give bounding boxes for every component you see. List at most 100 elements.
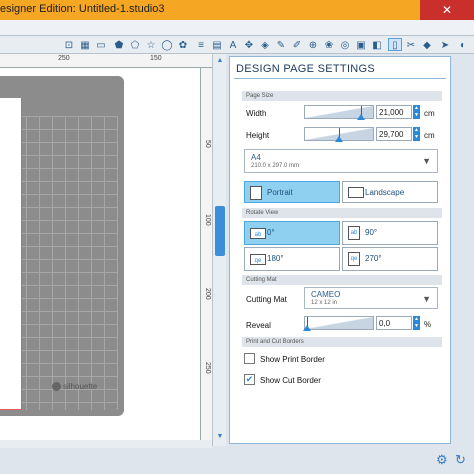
- design-canvas[interactable]: silhouette: [0, 68, 200, 440]
- shape3-icon[interactable]: ✿: [176, 38, 190, 51]
- eraser-icon[interactable]: ✐: [290, 38, 304, 51]
- section-print-cut-borders: Print and Cut Borders: [242, 337, 442, 347]
- width-slider[interactable]: [304, 105, 374, 120]
- rotate-0-label: 0°: [267, 228, 275, 237]
- rotate-270-icon: qe: [348, 252, 360, 266]
- cutting-mat: silhouette: [0, 76, 124, 416]
- height-input[interactable]: 29,700: [376, 127, 412, 141]
- cutting-mat-label: Cutting Mat: [246, 295, 287, 304]
- rotate-180-icon: qe: [250, 254, 266, 265]
- shape-icon[interactable]: ⬠: [128, 38, 142, 51]
- panel-divider: [234, 78, 446, 79]
- landscape-icon: [348, 187, 364, 198]
- design-page-settings-panel: DESIGN PAGE SETTINGS Page Size Width 21,…: [229, 56, 451, 444]
- width-slider-knob[interactable]: [357, 114, 365, 120]
- node-icon[interactable]: ◈: [258, 38, 272, 51]
- scroll-down-icon[interactable]: ▼: [215, 432, 225, 442]
- reveal-spinner-icon[interactable]: ▲ ▼: [413, 316, 420, 330]
- portrait-icon: [250, 186, 262, 200]
- vertical-scrollbar[interactable]: ▲ ▼: [212, 54, 226, 446]
- reveal-slider-knob[interactable]: [303, 325, 311, 331]
- height-slider[interactable]: [304, 127, 374, 142]
- width-spinner-icon[interactable]: ▲ ▼: [413, 105, 420, 119]
- page-size-dropdown[interactable]: A4 210.0 x 297.0 mm ▼: [244, 149, 438, 173]
- width-input[interactable]: 21,000: [376, 105, 412, 119]
- show-cut-border-checkbox[interactable]: ✔: [244, 374, 255, 385]
- rotate-0-button[interactable]: ab 0°: [244, 221, 340, 245]
- reveal-label: Reveal: [246, 321, 271, 330]
- toolbar: ⊡ ▦ ▭ ⬟ ⬠ ☆ ◯ ✿ ≡ ▤ A ✥ ◈ ✎ ✐ ⊕ ❀ ◎ ▣ ◧ …: [0, 36, 474, 54]
- rotate-270-button[interactable]: qe 270°: [342, 247, 438, 271]
- rotate-0-icon: ab: [250, 228, 266, 239]
- height-spinner-icon[interactable]: ▲ ▼: [413, 127, 420, 141]
- section-page-size: Page Size: [242, 91, 442, 101]
- chevron-down-icon: ▼: [422, 156, 431, 166]
- document-tab-strip: [0, 20, 474, 36]
- page-setup-icon[interactable]: ▯: [388, 38, 402, 51]
- fill-icon[interactable]: ◧: [370, 38, 384, 51]
- rotate-90-label: 90°: [365, 228, 378, 237]
- scroll-thumb[interactable]: [215, 206, 225, 256]
- offset-icon[interactable]: ◎: [338, 38, 352, 51]
- reveal-input[interactable]: 0,0: [376, 316, 412, 330]
- cutting-mat-dropdown[interactable]: CAMEO 12 x 12 in ▼: [304, 287, 438, 309]
- eraser2-icon[interactable]: ◆: [420, 38, 434, 51]
- height-unit: cm: [424, 131, 435, 140]
- show-print-border-checkbox[interactable]: [244, 353, 255, 364]
- design-page[interactable]: [0, 98, 22, 410]
- page-icon[interactable]: ▭: [94, 38, 108, 51]
- layers-icon[interactable]: ▣: [354, 38, 368, 51]
- rotate-180-button[interactable]: qe 180°: [244, 247, 340, 271]
- show-cut-border-label: Show Cut Border: [260, 376, 321, 385]
- ruler-tick: 250: [58, 55, 70, 62]
- ruler-tick: 250: [204, 362, 211, 374]
- chevron-down-icon: ▼: [422, 294, 431, 304]
- pentagon-icon[interactable]: ⬟: [112, 38, 126, 51]
- reveal-unit: %: [424, 320, 432, 329]
- page-size-name: A4: [251, 153, 261, 162]
- text-icon[interactable]: A: [226, 38, 240, 51]
- close-button[interactable]: ✕: [420, 0, 474, 20]
- rotate-270-label: 270°: [365, 254, 382, 263]
- section-cutting-mat: Cutting Mat: [242, 275, 442, 285]
- scroll-up-icon[interactable]: ▲: [215, 56, 225, 66]
- reveal-slider[interactable]: [303, 316, 374, 331]
- replicate-icon[interactable]: ✥: [242, 38, 256, 51]
- window-title: esigner Edition: Untitled-1.studio3: [0, 3, 165, 15]
- send-icon[interactable]: ➤: [438, 38, 452, 51]
- rotate-90-icon: ab: [348, 226, 360, 240]
- color-icon[interactable]: ▤: [210, 38, 224, 51]
- ruler-tick: 50: [204, 140, 211, 148]
- section-rotate-view: Rotate View: [242, 208, 442, 218]
- portrait-button[interactable]: Portrait: [244, 181, 340, 203]
- landscape-button[interactable]: Landscape: [342, 181, 438, 203]
- select-icon[interactable]: ⊡: [62, 38, 76, 51]
- ruler-tick: 200: [204, 288, 211, 300]
- shape2-icon[interactable]: ◯: [160, 38, 174, 51]
- width-unit: cm: [424, 109, 435, 118]
- ruler-tick: 150: [150, 55, 162, 62]
- rotate-180-label: 180°: [267, 254, 284, 263]
- star-icon[interactable]: ☆: [144, 38, 158, 51]
- store-icon[interactable]: ◐: [456, 38, 470, 51]
- grid-icon[interactable]: ▦: [78, 38, 92, 51]
- cutting-mat-size: 12 x 12 in: [311, 300, 338, 306]
- title-bar: esigner Edition: Untitled-1.studio3 ✕: [0, 0, 474, 20]
- landscape-label: Landscape: [365, 188, 405, 197]
- cut-settings-icon[interactable]: ✂: [404, 38, 418, 51]
- knife-icon[interactable]: ✎: [274, 38, 288, 51]
- height-slider-knob[interactable]: [335, 136, 343, 142]
- rotate-90-button[interactable]: ab 90°: [342, 221, 438, 245]
- horizontal-scrollbar[interactable]: [0, 440, 212, 448]
- refresh-icon[interactable]: ↻: [455, 452, 466, 468]
- trace-icon[interactable]: ⊕: [306, 38, 320, 51]
- transform-icon[interactable]: ❀: [322, 38, 336, 51]
- settings-gear-icon[interactable]: ⚙: [436, 452, 448, 468]
- width-label: Width: [246, 109, 267, 118]
- ruler-horizontal: 250 150: [0, 54, 212, 68]
- ruler-tick: 100: [204, 214, 211, 226]
- silhouette-logo-icon: [52, 382, 61, 392]
- mat-brand: silhouette: [63, 382, 98, 391]
- portrait-label: Portrait: [267, 188, 293, 197]
- lines-icon[interactable]: ≡: [194, 38, 208, 51]
